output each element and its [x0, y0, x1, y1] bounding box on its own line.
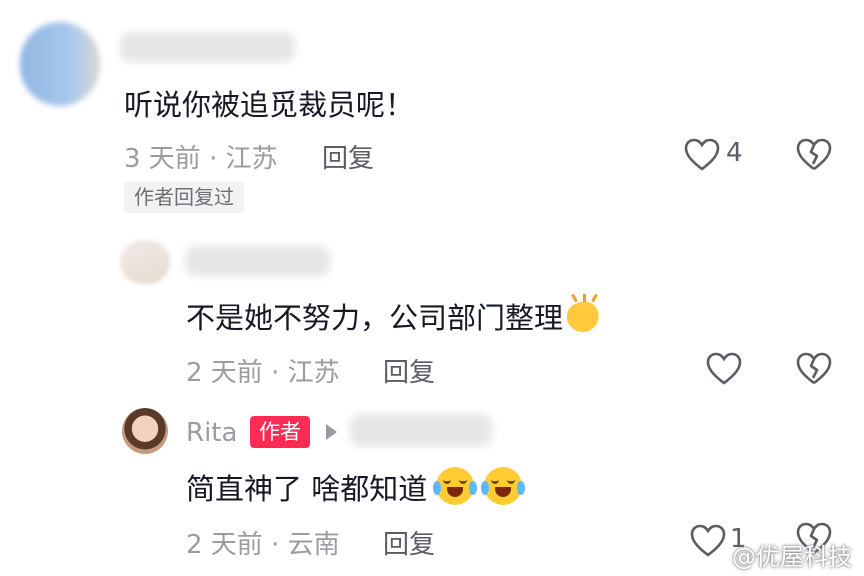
author-reply-time-location: 2 天前 · 云南: [186, 530, 340, 560]
broken-heart-icon[interactable]: [796, 352, 832, 386]
reply-text-row: 不是她不努力，公司部门整理: [186, 293, 604, 337]
comment-time-location: 3 天前 · 江苏: [124, 144, 278, 174]
reply-time-location: 2 天前 · 江苏: [186, 358, 340, 388]
clapping-hands-emoji: [562, 293, 604, 337]
author-replied-tag: 作者回复过: [124, 181, 244, 213]
author-reply-row: 简直神了 啥都知道: [186, 466, 525, 508]
tears-of-joy-emoji: [433, 467, 478, 505]
author-reply-text: 简直神了 啥都知道: [186, 472, 428, 506]
tears-of-joy-emoji: [480, 467, 525, 505]
heart-outline-icon[interactable]: [684, 138, 720, 172]
reply-button[interactable]: 回复: [322, 138, 374, 175]
reply-text: 不是她不努力，公司部门整理: [186, 301, 564, 335]
heart-outline-icon[interactable]: [706, 352, 742, 386]
comment-text: 听说你被追觅裁员呢！: [124, 88, 415, 122]
author-name[interactable]: Rita: [186, 418, 237, 448]
weibo-watermark: @优屋科技: [732, 543, 852, 571]
commenter-avatar[interactable]: [20, 22, 100, 106]
reply-target-name-blurred[interactable]: [350, 414, 492, 446]
reply-button[interactable]: 回复: [383, 352, 435, 389]
commenter-name-blurred[interactable]: [120, 32, 295, 62]
replier-name-blurred[interactable]: [185, 246, 330, 276]
replier-avatar[interactable]: [120, 240, 170, 284]
broken-heart-icon[interactable]: [796, 138, 832, 172]
author-badge: 作者: [250, 416, 310, 448]
like-count: 4: [726, 138, 743, 168]
heart-outline-icon[interactable]: [690, 524, 726, 558]
reply-button[interactable]: 回复: [383, 524, 435, 561]
author-avatar[interactable]: [122, 408, 168, 454]
play-arrow-icon: [326, 424, 337, 440]
